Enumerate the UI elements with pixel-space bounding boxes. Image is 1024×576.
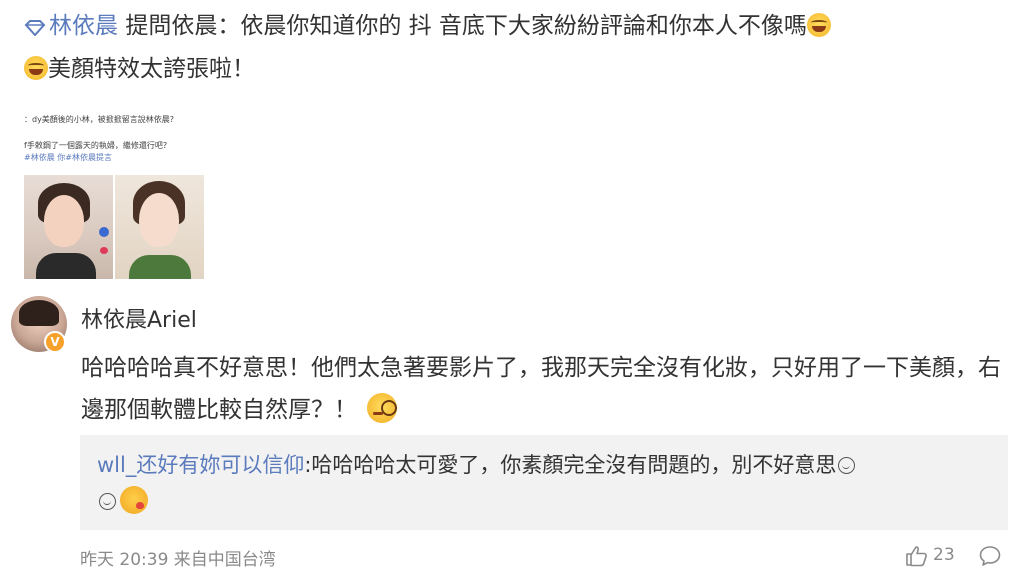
attached-image-tags: #林依晨 你#林依晨提言: [24, 153, 112, 162]
diamond-icon: [24, 9, 46, 49]
timestamp: 昨天 20:39 来自中国台湾: [80, 550, 276, 570]
reply-username[interactable]: 林依晨Ariel: [81, 302, 197, 334]
reply-text: 哈哈哈哈真不好意思！他們太急著要影片了，我那天完全沒有化妝，只好用了一下美顏，右…: [81, 347, 1011, 431]
like-count[interactable]: 23: [933, 545, 955, 565]
subreply-body: :哈哈哈哈太可愛了，你素顏完全沒有問題的，別不好意思: [304, 453, 837, 477]
thumbs-up-icon[interactable]: [905, 545, 929, 567]
attached-image[interactable]: ：dy美顏後的小林，被掀掀留言說林依晨? f手敕鋼了一個露天的執婦，繼修還行吧?…: [24, 108, 204, 280]
monocle-emoji-icon: [367, 393, 397, 423]
comment-icon[interactable]: [978, 545, 1002, 567]
question-text: 林依晨 提問依晨：依晨你知道你的 抖 音底下大家紛紛評論和你本人不像嗎 美顏特效…: [24, 6, 1004, 89]
question-asker-link[interactable]: 林依晨: [49, 13, 118, 39]
subreply-box: wll_还好有妳可以信仰:哈哈哈哈太可愛了，你素顏完全沒有問題的，別不好意思: [80, 435, 1008, 530]
photo-right: [115, 175, 204, 279]
attached-image-caption-2: f手敕鋼了一個露天的執婦，繼修還行吧?: [24, 141, 168, 150]
laughing-tears-emoji-icon: [24, 56, 48, 80]
question-text-part2: 美顏特效太誇張啦！: [48, 56, 255, 82]
laughing-tears-emoji-icon: [806, 13, 831, 37]
smile-emoji-icon: [99, 493, 116, 510]
subreply-user-link[interactable]: wll_还好有妳可以信仰: [97, 453, 304, 477]
question-text-part1: 依晨你知道你的 抖 音底下大家紛紛評論和你本人不像嗎: [240, 13, 807, 39]
kiss-emoji-icon: [120, 486, 148, 514]
verified-badge-icon: V: [44, 331, 66, 353]
smile-emoji-icon: [838, 457, 856, 474]
question-prefix: 提問依晨：: [125, 13, 241, 39]
photo-left: [24, 175, 113, 279]
attached-image-caption: ：dy美顏後的小林，被掀掀留言說林依晨?: [24, 115, 175, 124]
subreply-text: wll_还好有妳可以信仰:哈哈哈哈太可愛了，你素顏完全沒有問題的，別不好意思: [97, 447, 997, 519]
reply-body: 哈哈哈哈真不好意思！他們太急著要影片了，我那天完全沒有化妝，只好用了一下美顏，右…: [81, 355, 1001, 423]
